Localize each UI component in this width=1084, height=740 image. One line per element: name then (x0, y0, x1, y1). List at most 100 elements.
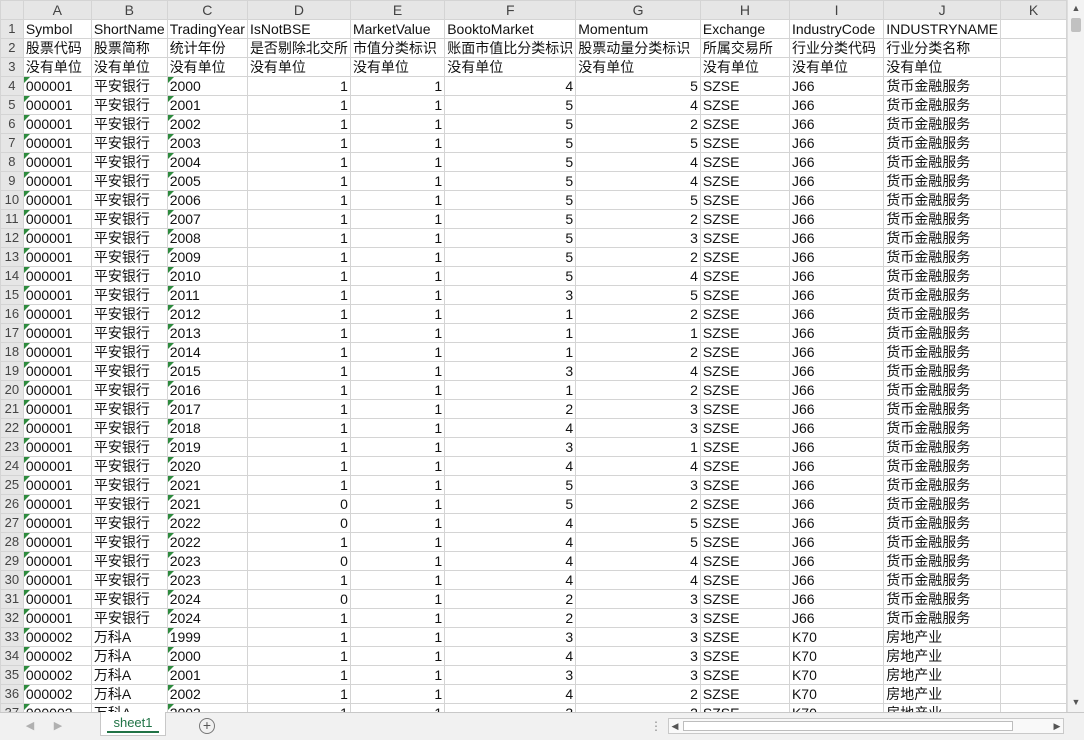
cell-h13[interactable]: SZSE (699, 247, 790, 267)
column-header-c[interactable]: C (166, 0, 248, 20)
cell-b11[interactable]: 平安银行 (90, 209, 168, 229)
cell-a12[interactable]: 000001 (22, 228, 92, 248)
cell-k15[interactable] (1000, 285, 1067, 305)
cell-f28[interactable]: 4 (444, 532, 577, 552)
cell-a17[interactable]: 000001 (22, 323, 92, 343)
cell-d27[interactable]: 0 (246, 513, 351, 533)
cell-k30[interactable] (1000, 570, 1067, 590)
cell-d11[interactable]: 1 (246, 209, 351, 229)
cell-g29[interactable]: 4 (575, 551, 701, 571)
cell-i6[interactable]: J66 (788, 114, 885, 134)
cell-i2[interactable]: 行业分类代码 (788, 38, 885, 58)
cell-k14[interactable] (1000, 266, 1067, 286)
cell-g1[interactable]: Momentum (575, 19, 701, 39)
cell-h17[interactable]: SZSE (699, 323, 790, 343)
cell-a18[interactable]: 000001 (22, 342, 92, 362)
cell-j36[interactable]: 房地产业 (883, 684, 1002, 704)
row-header[interactable]: 14 (0, 266, 24, 286)
cell-h26[interactable]: SZSE (699, 494, 790, 514)
cell-e33[interactable]: 1 (349, 627, 446, 647)
cell-j22[interactable]: 货币金融服务 (883, 418, 1002, 438)
cell-f25[interactable]: 5 (444, 475, 577, 495)
cell-b10[interactable]: 平安银行 (90, 190, 168, 210)
row-header[interactable]: 22 (0, 418, 24, 438)
cell-a15[interactable]: 000001 (22, 285, 92, 305)
cell-e35[interactable]: 1 (349, 665, 446, 685)
cell-c22[interactable]: 2018 (166, 418, 248, 438)
cell-i18[interactable]: J66 (788, 342, 885, 362)
row-header[interactable]: 17 (0, 323, 24, 343)
row-header[interactable]: 13 (0, 247, 24, 267)
cell-i30[interactable]: J66 (788, 570, 885, 590)
cell-a21[interactable]: 000001 (22, 399, 92, 419)
cell-e21[interactable]: 1 (349, 399, 446, 419)
cell-k23[interactable] (1000, 437, 1067, 457)
cell-d32[interactable]: 1 (246, 608, 351, 628)
cell-c28[interactable]: 2022 (166, 532, 248, 552)
cell-c26[interactable]: 2021 (166, 494, 248, 514)
column-header-b[interactable]: B (90, 0, 168, 20)
cell-b37[interactable]: 万科A (90, 703, 168, 712)
row-header[interactable]: 15 (0, 285, 24, 305)
cell-k25[interactable] (1000, 475, 1067, 495)
cell-c33[interactable]: 1999 (166, 627, 248, 647)
cell-g8[interactable]: 4 (575, 152, 701, 172)
cell-j15[interactable]: 货币金融服务 (883, 285, 1002, 305)
column-header-i[interactable]: I (788, 0, 885, 20)
cell-h4[interactable]: SZSE (699, 76, 790, 96)
cell-h9[interactable]: SZSE (699, 171, 790, 191)
cell-h16[interactable]: SZSE (699, 304, 790, 324)
cell-e18[interactable]: 1 (349, 342, 446, 362)
cell-k16[interactable] (1000, 304, 1067, 324)
cell-c36[interactable]: 2002 (166, 684, 248, 704)
cell-k2[interactable] (1000, 38, 1067, 58)
row-header[interactable]: 31 (0, 589, 24, 609)
cell-i19[interactable]: J66 (788, 361, 885, 381)
cell-d6[interactable]: 1 (246, 114, 351, 134)
cell-i28[interactable]: J66 (788, 532, 885, 552)
row-header[interactable]: 6 (0, 114, 24, 134)
cell-e13[interactable]: 1 (349, 247, 446, 267)
cell-e25[interactable]: 1 (349, 475, 446, 495)
cell-b6[interactable]: 平安银行 (90, 114, 168, 134)
cell-e15[interactable]: 1 (349, 285, 446, 305)
next-sheet-icon[interactable]: ▶ (50, 718, 66, 734)
cell-j30[interactable]: 货币金融服务 (883, 570, 1002, 590)
cell-i8[interactable]: J66 (788, 152, 885, 172)
cell-f30[interactable]: 4 (444, 570, 577, 590)
cell-d33[interactable]: 1 (246, 627, 351, 647)
cell-a29[interactable]: 000001 (22, 551, 92, 571)
cell-k18[interactable] (1000, 342, 1067, 362)
cell-h2[interactable]: 所属交易所 (699, 38, 790, 58)
cell-h1[interactable]: Exchange (699, 19, 790, 39)
cell-i21[interactable]: J66 (788, 399, 885, 419)
cell-d16[interactable]: 1 (246, 304, 351, 324)
cell-j34[interactable]: 房地产业 (883, 646, 1002, 666)
cell-i26[interactable]: J66 (788, 494, 885, 514)
cell-b33[interactable]: 万科A (90, 627, 168, 647)
cell-c14[interactable]: 2010 (166, 266, 248, 286)
cell-k26[interactable] (1000, 494, 1067, 514)
cell-b1[interactable]: ShortName (90, 19, 168, 39)
cell-b14[interactable]: 平安银行 (90, 266, 168, 286)
cell-c1[interactable]: TradingYear (166, 19, 248, 39)
cell-e20[interactable]: 1 (349, 380, 446, 400)
cell-f21[interactable]: 2 (444, 399, 577, 419)
cell-i7[interactable]: J66 (788, 133, 885, 153)
cell-d12[interactable]: 1 (246, 228, 351, 248)
cell-d13[interactable]: 1 (246, 247, 351, 267)
cell-g36[interactable]: 2 (575, 684, 701, 704)
cell-e24[interactable]: 1 (349, 456, 446, 476)
cell-i12[interactable]: J66 (788, 228, 885, 248)
cell-c6[interactable]: 2002 (166, 114, 248, 134)
cell-h28[interactable]: SZSE (699, 532, 790, 552)
row-header[interactable]: 9 (0, 171, 24, 191)
cell-g6[interactable]: 2 (575, 114, 701, 134)
cell-a25[interactable]: 000001 (22, 475, 92, 495)
cell-c8[interactable]: 2004 (166, 152, 248, 172)
cell-a7[interactable]: 000001 (22, 133, 92, 153)
cell-f2[interactable]: 账面市值比分类标识 (444, 38, 577, 58)
cell-h15[interactable]: SZSE (699, 285, 790, 305)
cell-j19[interactable]: 货币金融服务 (883, 361, 1002, 381)
cell-k8[interactable] (1000, 152, 1067, 172)
